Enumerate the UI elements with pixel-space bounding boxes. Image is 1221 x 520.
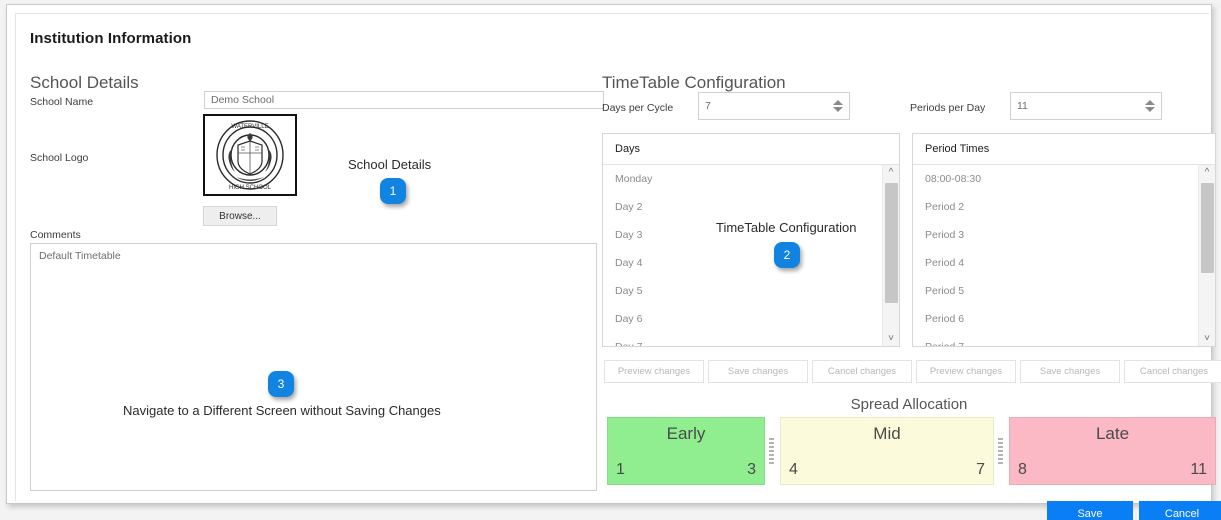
days-list-header: Days — [603, 134, 899, 165]
school-name-label: School Name — [30, 96, 94, 108]
preview-changes-button[interactable]: Preview changes — [604, 360, 704, 383]
scroll-down-arrow-icon[interactable]: ˅ — [1199, 331, 1215, 346]
period-times-list-header: Period Times — [913, 134, 1215, 165]
drag-grip-icon[interactable] — [998, 438, 1003, 464]
annotation-badge-3: 3 — [268, 371, 294, 397]
chevron-down-icon[interactable] — [1145, 107, 1155, 112]
scroll-up-arrow-icon[interactable]: ^ — [883, 165, 899, 180]
periods-per-day-arrows[interactable] — [1139, 93, 1161, 119]
school-logo-label: School Logo — [30, 152, 89, 164]
list-item[interactable]: Period 4 — [913, 249, 1198, 277]
timetable-configuration-heading: TimeTable Configuration — [602, 73, 786, 92]
spread-block-low-value: 8 — [1018, 461, 1027, 478]
spread-block-name: Late — [1095, 424, 1130, 443]
annotation-badge-2: 2 — [774, 242, 800, 268]
spread-block-low-value: 4 — [789, 461, 798, 478]
spread-block-low-value: 1 — [616, 461, 625, 478]
periods-per-day-stepper[interactable]: 11 — [1010, 92, 1162, 120]
window-frame: Institution Information School Details S… — [6, 4, 1221, 520]
spread-block-early[interactable]: Early 1 3 — [607, 417, 765, 485]
scrollbar-thumb[interactable] — [1201, 183, 1214, 273]
school-name-input[interactable]: Demo School — [204, 91, 604, 109]
chevron-up-icon[interactable] — [833, 100, 843, 105]
save-changes-button[interactable]: Save changes — [1020, 360, 1120, 383]
days-per-cycle-value[interactable]: 7 — [699, 100, 827, 112]
save-button[interactable]: Save — [1047, 501, 1133, 520]
comments-label: Comments — [30, 229, 81, 241]
cancel-button[interactable]: Cancel — [1139, 501, 1221, 520]
spread-allocation-heading: Spread Allocation — [850, 396, 968, 413]
scroll-down-arrow-icon[interactable]: ˅ — [883, 331, 899, 346]
spread-block-high-value: 11 — [1190, 461, 1207, 478]
scroll-up-arrow-icon[interactable]: ^ — [1199, 165, 1215, 180]
spread-block-high-value: 3 — [747, 461, 756, 478]
periods-per-day-value[interactable]: 11 — [1011, 100, 1139, 112]
page-title: Institution Information — [30, 30, 192, 47]
list-item[interactable]: Day 2 — [603, 193, 882, 221]
list-item[interactable]: Day 6 — [603, 305, 882, 333]
annotation-label-3: Navigate to a Different Screen without S… — [123, 403, 441, 418]
cancel-changes-button[interactable]: Cancel changes — [812, 360, 912, 383]
list-item[interactable]: Period 5 — [913, 277, 1198, 305]
school-crest-icon: WATERVILLE HIGH SCHOOL — [216, 120, 284, 191]
cancel-changes-button[interactable]: Cancel changes — [1124, 360, 1221, 383]
periods-per-day-label: Periods per Day — [910, 102, 986, 114]
list-item[interactable]: 08:00-08:30 — [913, 165, 1198, 193]
annotation-badge-1: 1 — [380, 178, 406, 204]
spread-block-name: Mid — [873, 424, 901, 443]
list-item[interactable]: Period 2 — [913, 193, 1198, 221]
days-per-cycle-stepper[interactable]: 7 — [698, 92, 850, 120]
days-per-cycle-arrows[interactable] — [827, 93, 849, 119]
period-times-list-panel: Period Times 08:00-08:30 Period 2 Period 3… — [912, 133, 1216, 347]
list-item[interactable]: Period 6 — [913, 305, 1198, 333]
drag-grip-icon[interactable] — [769, 438, 774, 464]
save-changes-button[interactable]: Save changes — [708, 360, 808, 383]
scrollbar-thumb[interactable] — [885, 183, 898, 303]
days-list-scrollbar[interactable]: ^ ˅ — [882, 165, 899, 346]
period-times-list-body[interactable]: 08:00-08:30 Period 2 Period 3 Period 4 Perio… — [913, 165, 1198, 346]
chevron-up-icon[interactable] — [1145, 100, 1155, 105]
svg-text:HIGH SCHOOL: HIGH SCHOOL — [229, 185, 272, 191]
period-times-list-scrollbar[interactable]: ^ ˅ — [1198, 165, 1215, 346]
app-root: Institution Information School Details S… — [0, 0, 1221, 520]
spread-block-late[interactable]: Late 8 11 — [1009, 417, 1216, 485]
annotation-label-1: School Details — [348, 157, 432, 172]
chevron-down-icon[interactable] — [833, 107, 843, 112]
days-list-body[interactable]: MondayDay 2Day 3Day 4Day 5Day 6Day 7 — [603, 165, 882, 346]
days-list-panel: Days MondayDay 2Day 3Day 4Day 5Day 6Day … — [602, 133, 900, 347]
list-item[interactable]: Period 3 — [913, 221, 1198, 249]
spread-block-high-value: 7 — [976, 461, 985, 478]
browse-logo-button[interactable]: Browse... — [203, 206, 277, 226]
list-item[interactable]: Day 7 — [603, 333, 882, 346]
list-item[interactable]: Day 5 — [603, 277, 882, 305]
school-logo-preview: WATERVILLE HIGH SCHOOL — [203, 114, 297, 196]
days-per-cycle-label: Days per Cycle — [602, 102, 674, 114]
window-content: Institution Information School Details S… — [15, 13, 1221, 520]
school-details-heading: School Details — [30, 73, 139, 92]
spread-block-name: Early — [666, 424, 706, 443]
preview-changes-button[interactable]: Preview changes — [916, 360, 1016, 383]
spread-block-mid[interactable]: Mid 4 7 — [780, 417, 994, 485]
annotation-label-2: TimeTable Configuration — [716, 220, 857, 235]
list-item[interactable]: Period 7 — [913, 333, 1198, 346]
list-item[interactable]: Monday — [603, 165, 882, 193]
list-item[interactable]: Day 4 — [603, 249, 882, 277]
comments-textarea[interactable]: Default Timetable — [30, 243, 597, 491]
svg-text:WATERVILLE: WATERVILLE — [231, 124, 268, 130]
